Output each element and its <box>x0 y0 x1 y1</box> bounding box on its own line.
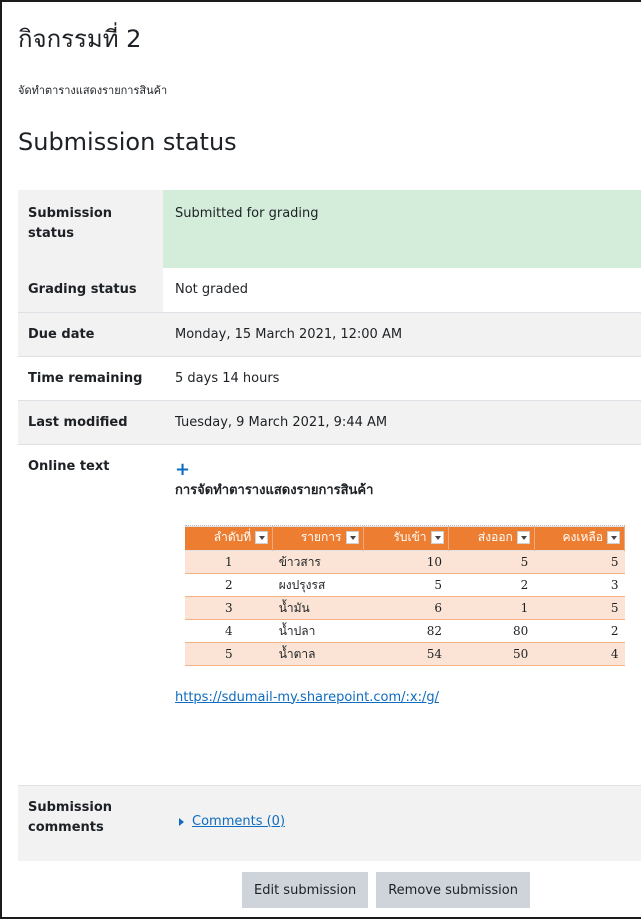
filter-dropdown-icon <box>516 530 530 544</box>
header-received: รับเข้า <box>363 525 449 550</box>
table-row: 4 น้ำปลา 82 80 2 <box>185 618 625 643</box>
caret-right-icon[interactable] <box>179 817 184 826</box>
row-time-remaining: Time remaining 5 days 14 hours <box>18 355 641 400</box>
row-submission-comments: Submission comments Comments (0) <box>18 784 641 861</box>
page-frame: กิจกรรมที่ 2 จัดทำตารางแสดงรายการสินค้า … <box>0 0 641 919</box>
label-time-remaining: Time remaining <box>18 355 163 400</box>
value-online-text: + การจัดทำตารางแสดงรายการสินค้า ลำดับที่… <box>163 443 641 785</box>
header-index: ลำดับที่ <box>185 525 274 550</box>
expand-plus-icon[interactable]: + <box>175 460 635 478</box>
header-remaining: คงเหลือ <box>534 525 626 550</box>
filter-dropdown-icon <box>430 530 444 544</box>
label-submission-status: Submission status <box>18 190 163 268</box>
sharepoint-link[interactable]: https://sdumail-my.sharepoint.com/:x:/g/ <box>175 688 635 708</box>
product-table: ลำดับที่ รายการ รับเข้า ส่งออก คงเหลือ 1… <box>185 525 626 666</box>
table-row: 2 ผงปรุงรส 5 2 3 <box>185 572 625 597</box>
page-title: กิจกรรมที่ 2 <box>18 25 142 53</box>
label-submission-comments: Submission comments <box>18 784 163 861</box>
product-table-header: ลำดับที่ รายการ รับเข้า ส่งออก คงเหลือ <box>185 525 626 550</box>
row-online-text: Online text + การจัดทำตารางแสดงรายการสิน… <box>18 443 641 785</box>
label-grading-status: Grading status <box>18 268 163 312</box>
row-last-modified: Last modified Tuesday, 9 March 2021, 9:4… <box>18 399 641 444</box>
online-text-title: การจัดทำตารางแสดงรายการสินค้า <box>175 482 374 498</box>
comments-link[interactable]: Comments (0) <box>192 812 285 832</box>
edit-submission-button[interactable]: Edit submission <box>242 872 369 908</box>
filter-dropdown-icon <box>345 530 359 544</box>
table-row: 3 น้ำมัน 6 1 5 <box>185 595 625 620</box>
value-due-date: Monday, 15 March 2021, 12:00 AM <box>163 311 641 356</box>
row-submission-status: Submission status Submitted for grading <box>18 190 641 268</box>
spreadsheet-image: ลำดับที่ รายการ รับเข้า ส่งออก คงเหลือ 1… <box>185 524 626 666</box>
label-online-text: Online text <box>18 443 163 785</box>
label-last-modified: Last modified <box>18 399 163 444</box>
submission-actions: Edit submission Remove submission <box>242 872 530 908</box>
assignment-intro: จัดทำตารางแสดงรายการสินค้า <box>18 84 168 97</box>
table-row: 1 ข้าวสาร 10 5 5 <box>185 549 625 574</box>
row-grading-status: Grading status Not graded <box>18 268 641 312</box>
submission-status-table: Submission status Submitted for grading … <box>18 190 641 861</box>
value-time-remaining: 5 days 14 hours <box>163 355 641 400</box>
table-row: 5 น้ำตาล 54 50 4 <box>185 641 625 666</box>
comments-toggle[interactable]: Comments (0) <box>179 812 635 832</box>
value-submission-status: Submitted for grading <box>163 190 641 268</box>
remove-submission-button[interactable]: Remove submission <box>376 872 530 908</box>
submission-status-heading: Submission status <box>18 128 237 156</box>
row-due-date: Due date Monday, 15 March 2021, 12:00 AM <box>18 311 641 356</box>
value-last-modified: Tuesday, 9 March 2021, 9:44 AM <box>163 399 641 444</box>
value-grading-status: Not graded <box>163 268 641 312</box>
filter-dropdown-icon <box>255 530 269 544</box>
filter-dropdown-icon <box>607 530 620 544</box>
header-item: รายการ <box>272 525 364 550</box>
header-shipped: ส่งออก <box>448 525 535 550</box>
label-due-date: Due date <box>18 311 163 356</box>
value-submission-comments: Comments (0) <box>163 784 641 861</box>
